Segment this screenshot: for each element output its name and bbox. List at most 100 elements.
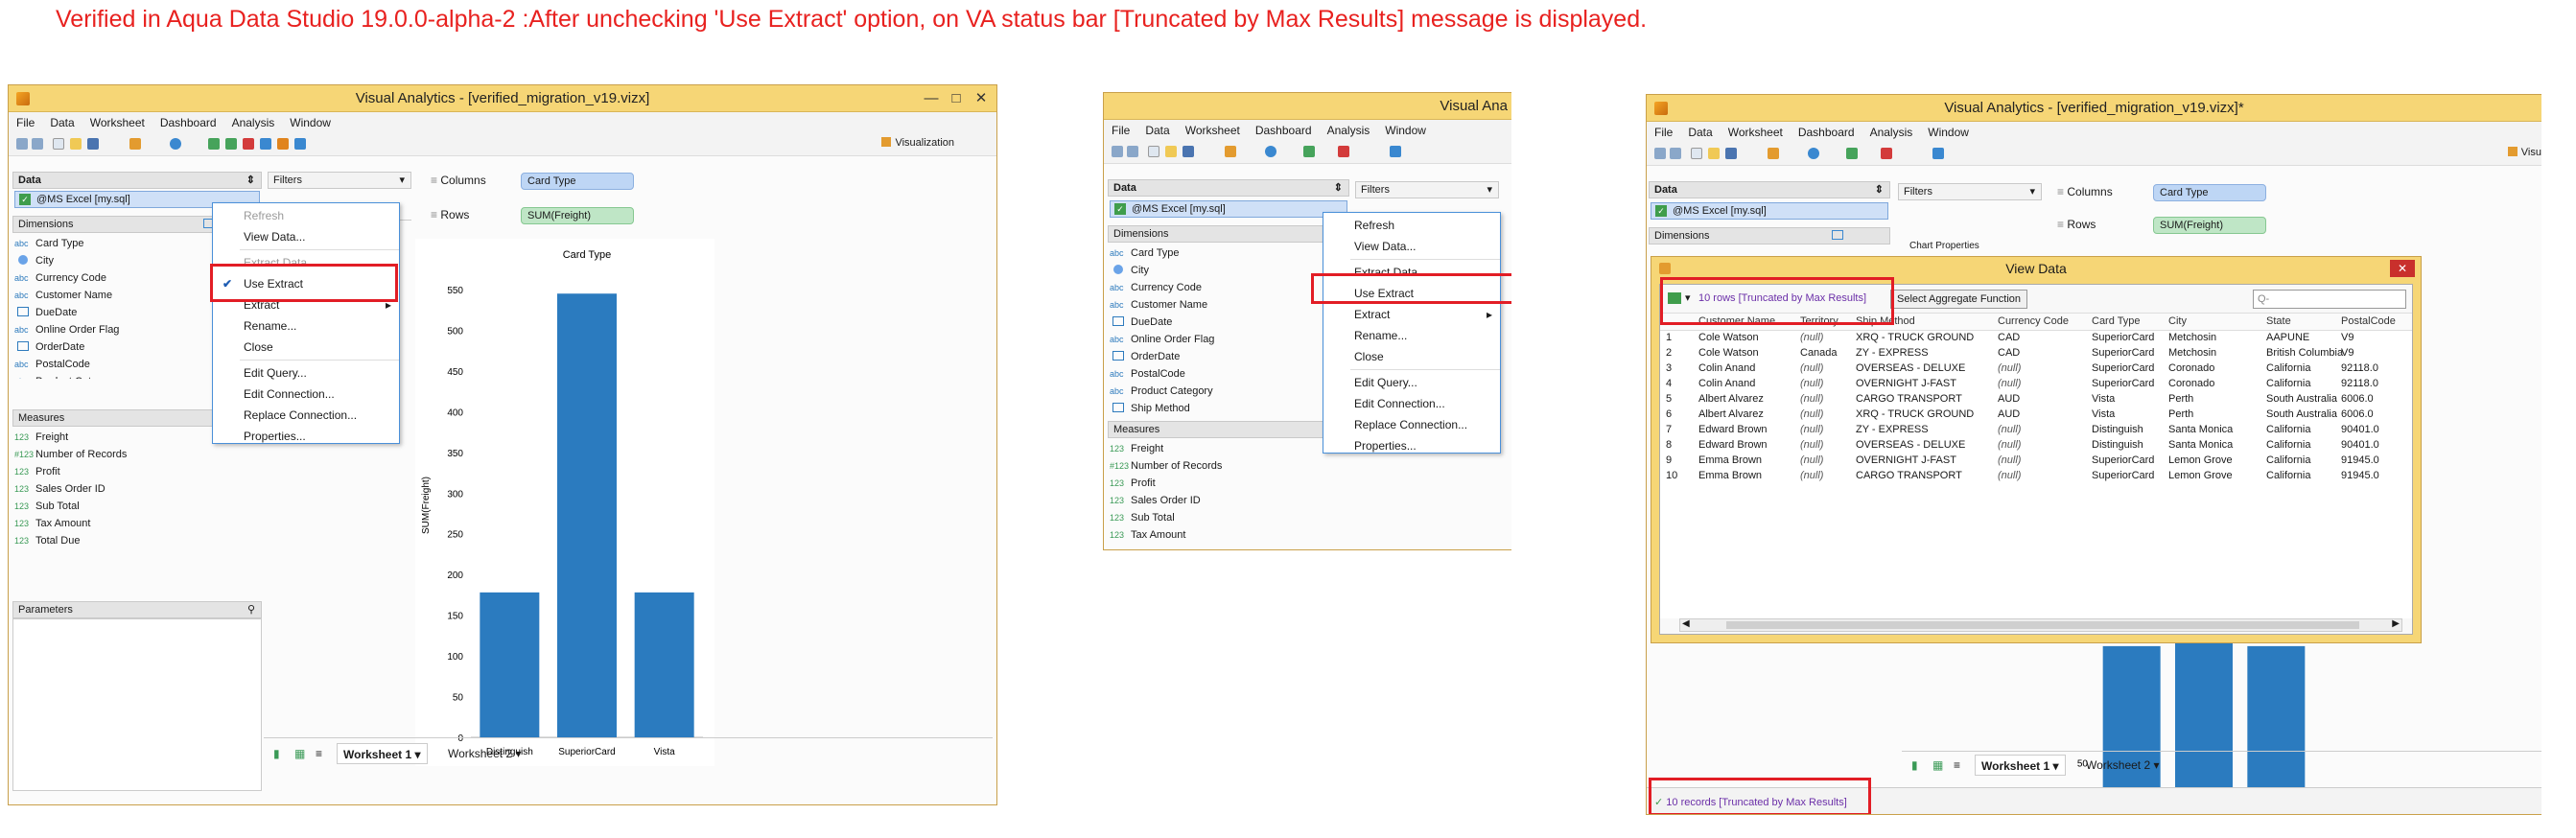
undo-icon[interactable] — [16, 138, 28, 150]
dimension-item[interactable]: DueDate — [14, 304, 77, 321]
dimension-item[interactable]: abc Currency Code — [1110, 279, 1202, 296]
menu-item-view-data[interactable]: View Data... — [213, 226, 399, 247]
dialog-close-button[interactable]: ✕ — [2390, 260, 2415, 277]
menu-window[interactable]: Window — [1377, 120, 1434, 141]
visualization-tab[interactable]: Visu — [2507, 147, 2541, 158]
close-icon[interactable]: ✕ — [970, 85, 993, 112]
measure-item[interactable]: 123 Tax Amount — [1110, 526, 1185, 544]
search-icon[interactable]: ⚲ — [247, 602, 255, 617]
menu-dashboard[interactable]: Dashboard — [1248, 120, 1320, 141]
chart-type-icon[interactable] — [1768, 148, 1779, 159]
menu-item-properties[interactable]: Properties... — [1323, 435, 1500, 456]
refresh-icon[interactable] — [1808, 148, 1819, 159]
dropdown-icon[interactable]: ▾ — [1487, 182, 1492, 198]
table-row[interactable]: 10 Emma Brown (null) CARGO TRANSPORT (null) S… — [1660, 469, 2412, 484]
measure-item[interactable]: 123 Freight — [1110, 440, 1163, 457]
filter-icon[interactable] — [1881, 148, 1892, 159]
data-source-item[interactable]: ✓ @MS Excel [my.sql] — [1110, 200, 1347, 218]
menu-file[interactable]: File — [1647, 122, 1680, 143]
save-icon[interactable] — [1725, 148, 1737, 159]
dimension-item[interactable]: Ship Method — [1110, 400, 1190, 417]
menu-item-replace-connection[interactable]: Replace Connection... — [213, 405, 399, 426]
dimension-item[interactable]: OrderDate — [1110, 348, 1180, 365]
dimension-item[interactable]: DueDate — [1110, 314, 1172, 331]
list-icon[interactable]: ≡ — [310, 743, 328, 764]
menu-dashboard[interactable]: Dashboard — [1791, 122, 1862, 143]
column-header[interactable]: City — [2168, 315, 2187, 327]
measure-item[interactable]: 123 Profit — [1110, 475, 1156, 492]
dimension-item[interactable]: abc PostalCode — [1110, 365, 1185, 383]
dimension-item[interactable]: abc Customer Name — [1110, 296, 1207, 314]
dashboard-icon[interactable]: ▦ — [1927, 755, 1949, 776]
undo-icon[interactable] — [1112, 146, 1123, 157]
redo-icon[interactable] — [1670, 148, 1681, 159]
menu-file[interactable]: File — [9, 112, 42, 133]
menu-item-close[interactable]: Close — [213, 337, 399, 358]
menu-analysis[interactable]: Analysis — [1862, 122, 1921, 143]
undo-icon[interactable] — [1654, 148, 1666, 159]
menu-data[interactable]: Data — [42, 112, 82, 133]
chart-type-icon[interactable] — [129, 138, 141, 150]
rows-pill[interactable]: SUM(Freight) — [2153, 217, 2266, 234]
table-row[interactable]: 7 Edward Brown (null) ZY - EXPRESS (null) Dis… — [1660, 423, 2412, 438]
table-row[interactable]: 5 Albert Alvarez (null) CARGO TRANSPORT AUD V… — [1660, 392, 2412, 407]
search-input[interactable]: Q- — [2253, 290, 2406, 309]
dimension-item[interactable]: City — [14, 252, 54, 269]
menu-data[interactable]: Data — [1680, 122, 1720, 143]
bar-chart-icon[interactable]: ▮ — [1906, 755, 1924, 776]
new-icon[interactable] — [53, 138, 64, 150]
table-row[interactable]: 2 Cole Watson Canada ZY - EXPRESS CAD Superio… — [1660, 346, 2412, 361]
bar-chart-icon[interactable] — [1932, 148, 1944, 159]
dimension-item[interactable]: abc Online Order Flag — [1110, 331, 1214, 348]
worksheet-tab-2[interactable]: Worksheet 2 ▾ — [2080, 755, 2166, 776]
save-icon[interactable] — [1183, 146, 1194, 157]
redo-icon[interactable] — [1127, 146, 1138, 157]
menu-analysis[interactable]: Analysis — [224, 112, 283, 133]
sort-icon[interactable] — [1846, 148, 1858, 159]
dimension-item[interactable]: abcProduct Category — [1110, 383, 1213, 400]
bar-chart-icon[interactable] — [1390, 146, 1401, 157]
dashboard-icon[interactable]: ▦ — [289, 743, 311, 764]
menu-item-edit-connection[interactable]: Edit Connection... — [213, 384, 399, 405]
worksheet-tab-1[interactable]: Worksheet 1 ▾ — [337, 743, 428, 764]
columns-pill[interactable]: Card Type — [521, 173, 634, 190]
minimize-icon[interactable]: — — [920, 85, 943, 112]
open-icon[interactable] — [70, 138, 82, 150]
measure-item[interactable]: #123 Number of Records — [14, 446, 127, 463]
dimension-item[interactable]: abcProduct Category — [14, 373, 118, 379]
open-icon[interactable] — [1165, 146, 1177, 157]
dropdown-icon[interactable]: ▾ — [399, 173, 405, 188]
measure-item[interactable]: 123 Sub Total — [1110, 509, 1175, 526]
menu-window[interactable]: Window — [282, 112, 339, 133]
measure-item[interactable]: 123 Sales Order ID — [1110, 492, 1201, 509]
refresh-icon[interactable] — [170, 138, 181, 150]
worksheet-tab-1[interactable]: Worksheet 1 ▾ — [1975, 755, 2066, 776]
menu-worksheet[interactable]: Worksheet — [1721, 122, 1791, 143]
dimension-item[interactable]: abc Currency Code — [14, 269, 106, 287]
open-icon[interactable] — [1708, 148, 1720, 159]
menu-item-refresh[interactable]: Refresh — [1323, 215, 1500, 236]
measure-item[interactable]: 123 Total Due — [14, 532, 80, 549]
table-row[interactable]: 8 Edward Brown (null) OVERSEAS - DELUXE (nul… — [1660, 438, 2412, 454]
menu-worksheet[interactable]: Worksheet — [1178, 120, 1248, 141]
panel-menu-icon[interactable]: ⇕ — [246, 173, 255, 188]
panel-menu-icon[interactable]: ⇕ — [1334, 180, 1343, 196]
menu-item-extract[interactable]: Extract ▸ — [1323, 304, 1500, 325]
menu-item-replace-connection[interactable]: Replace Connection... — [1323, 414, 1500, 435]
chart-type-icon[interactable] — [1225, 146, 1236, 157]
bar-chart-icon[interactable]: ▮ — [268, 743, 286, 764]
measure-item[interactable]: 123 Sub Total — [14, 498, 80, 515]
dimension-item[interactable]: abc Online Order Flag — [14, 321, 119, 338]
dimension-item[interactable]: City — [1110, 262, 1149, 279]
menu-item-rename[interactable]: Rename... — [213, 315, 399, 337]
measure-item[interactable]: 123 Freight — [14, 429, 68, 446]
new-icon[interactable] — [1148, 146, 1159, 157]
bar-desc-icon[interactable] — [277, 138, 289, 150]
new-icon[interactable] — [1691, 148, 1702, 159]
filter-icon[interactable] — [243, 138, 254, 150]
bar-chart-icon[interactable] — [294, 138, 306, 150]
scroll-thumb[interactable] — [1726, 621, 2359, 629]
table-view-icon[interactable] — [1832, 230, 1843, 240]
dimension-item[interactable]: abc PostalCode — [14, 356, 90, 373]
table-row[interactable]: 1 Cole Watson (null) XRQ - TRUCK GROUND CAD S… — [1660, 331, 2412, 346]
